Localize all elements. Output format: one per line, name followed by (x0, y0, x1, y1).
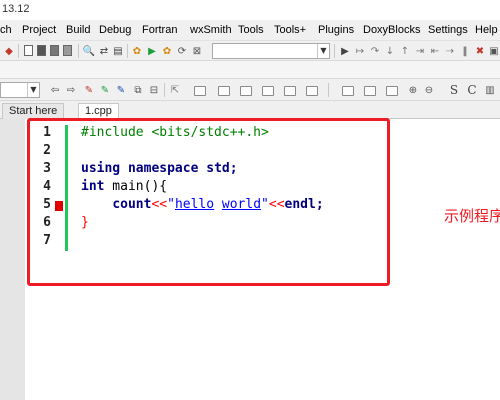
layout-icon[interactable] (306, 86, 318, 96)
image-icon[interactable] (218, 86, 230, 96)
highlight-icon[interactable]: ✎ (82, 83, 96, 97)
code-completion-toolbar: ▼ ⇦ ⇨ ✎ ✎ ✎ ⧉ ⊟ ⇱ ⊕ ⊖ S C ▥ (0, 79, 500, 101)
replace-icon[interactable]: ⇄ (97, 44, 111, 58)
menu-project[interactable]: Project (22, 24, 56, 36)
stop-build-icon[interactable]: ⊠ (190, 44, 204, 58)
secondary-toolbar (0, 61, 500, 79)
step-into-icon[interactable]: ↓ (383, 44, 397, 58)
toolbar-separator (78, 44, 79, 58)
main-toolbar: ◆ 🔍 ⇄ ▤ ✿ ▶ ✿ ⟳ ⊠ ▼ ▶ ↦ ↷ ↓ ↑ ⇥ ⇤ ⇢ ‖ ✖ … (0, 41, 500, 61)
menu-wxsmith[interactable]: wxSmith (190, 24, 232, 36)
panel-toggle-icon[interactable]: ▥ (483, 83, 497, 97)
layout-icon[interactable] (262, 86, 274, 96)
menu-build[interactable]: Build (66, 24, 90, 36)
menu-doxyblocks[interactable]: DoxyBlocks (363, 24, 420, 36)
find-icon[interactable]: 🔍 (82, 44, 96, 58)
chevron-down-icon: ▼ (317, 44, 329, 58)
back-arrow-icon[interactable]: ⇦ (48, 83, 62, 97)
indent-icon[interactable]: ⊟ (147, 83, 161, 97)
s-icon[interactable]: S (447, 83, 461, 97)
step-instruction-icon[interactable]: ⇤ (428, 44, 442, 58)
toolbar-separator (334, 44, 335, 58)
window-icon[interactable] (364, 86, 376, 96)
editor-tab-bar: Start here 1.cpp (0, 101, 500, 120)
uncomment-icon[interactable]: ✎ (114, 83, 128, 97)
cursor-icon[interactable]: ⇢ (443, 44, 457, 58)
menu-help[interactable]: Help (475, 24, 498, 36)
build-and-run-icon[interactable]: ✿ (160, 44, 174, 58)
comment-icon[interactable]: ✎ (98, 83, 112, 97)
clipboard-icon[interactable]: ▤ (111, 44, 125, 58)
tab-start-here[interactable]: Start here (2, 103, 65, 119)
toolbar-separator (127, 44, 128, 58)
save-all-icon[interactable] (63, 45, 72, 56)
zoom-out-icon[interactable]: ⊖ (422, 83, 436, 97)
new-file-icon[interactable] (24, 45, 33, 56)
menu-plugins[interactable]: Plugins (318, 24, 354, 36)
menu-tools-plus[interactable]: Tools+ (274, 24, 306, 36)
pause-icon[interactable]: ‖ (458, 44, 472, 58)
block-icon[interactable] (194, 86, 206, 96)
menu-bar: ch Project Build Debug Fortran wxSmith T… (0, 20, 500, 41)
annotation-label: 示例程序 (444, 207, 500, 225)
next-instruction-icon[interactable]: ⇥ (413, 44, 427, 58)
menu-search[interactable]: ch (0, 24, 12, 36)
menu-settings[interactable]: Settings (428, 24, 468, 36)
rebuild-icon[interactable]: ⟳ (175, 44, 189, 58)
step-out-icon[interactable]: ↑ (398, 44, 412, 58)
abort-icon[interactable]: ◆ (2, 44, 16, 58)
run-icon[interactable]: ▶ (145, 44, 159, 58)
menu-tools[interactable]: Tools (238, 24, 264, 36)
c-icon[interactable]: C (465, 83, 479, 97)
build-icon[interactable]: ✿ (130, 44, 144, 58)
run-to-cursor-icon[interactable]: ↦ (353, 44, 367, 58)
menu-debug[interactable]: Debug (99, 24, 131, 36)
panel-icon[interactable] (240, 86, 252, 96)
save-icon[interactable] (50, 45, 59, 56)
title-bar: 13.12 (0, 0, 500, 20)
scope-select[interactable]: ▼ (0, 82, 40, 98)
window-icon[interactable] (342, 86, 354, 96)
stop-debug-icon[interactable]: ✖ (473, 44, 487, 58)
menu-fortran[interactable]: Fortran (142, 24, 177, 36)
window-icon[interactable] (386, 86, 398, 96)
build-target-select[interactable]: ▼ (212, 43, 330, 59)
next-line-icon[interactable]: ↷ (368, 44, 382, 58)
debug-windows-icon[interactable]: ▣ (487, 44, 500, 58)
open-file-icon[interactable] (37, 45, 46, 56)
layout-icon[interactable] (284, 86, 296, 96)
toolbar-separator (328, 83, 329, 97)
window-title: 13.12 (2, 3, 30, 15)
select-icon[interactable]: ⇱ (168, 83, 182, 97)
chevron-down-icon: ▼ (27, 83, 39, 97)
toolbar-separator (164, 83, 165, 97)
toolbar-separator (18, 44, 19, 58)
management-panel-edge (0, 119, 25, 400)
toggle-comment-icon[interactable]: ⧉ (131, 83, 145, 97)
zoom-in-icon[interactable]: ⊕ (406, 83, 420, 97)
annotation-highlight-box (27, 118, 390, 286)
debug-continue-icon[interactable]: ▶ (338, 44, 352, 58)
forward-arrow-icon[interactable]: ⇨ (64, 83, 78, 97)
